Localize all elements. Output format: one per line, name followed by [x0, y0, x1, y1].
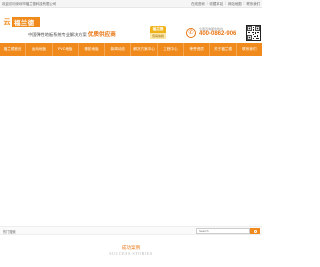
top-link-consult[interactable]: 在线咨询: [191, 1, 205, 6]
nav-item-home[interactable]: 福兰德首页: [0, 43, 27, 56]
logo-icon: 云: [2, 17, 12, 27]
top-link-contact[interactable]: 联系我们: [246, 1, 260, 6]
trust-badge-icon: 福兰德 值得信赖: [150, 26, 166, 40]
divider: |: [243, 1, 245, 5]
top-link-bookmark[interactable]: 收藏本站: [210, 1, 224, 6]
search-button[interactable]: [250, 228, 260, 234]
hot-search-label: 热门搜索: [3, 230, 16, 234]
badge-top-text: 福兰德: [152, 27, 164, 31]
nav-item-contact[interactable]: 联系我们: [237, 43, 262, 56]
nav-item-pvc-floor[interactable]: PVC地板: [53, 43, 79, 56]
logo-text: 福兰德: [14, 20, 35, 27]
welcome-text: 欢迎访问深圳市福兰德科技有限公司: [2, 2, 57, 6]
divider: |: [225, 1, 226, 5]
section-subtitle: SUCCESS STORIES: [109, 251, 153, 256]
badge-bottom-text: 值得信赖: [151, 34, 164, 38]
nav-item-sports-floor[interactable]: 运动地板: [26, 43, 53, 56]
phone-icon: ✆: [186, 28, 196, 38]
search-icon: [253, 229, 257, 233]
top-bar: 欢迎访问深圳市福兰德科技有限公司 在线咨询 | 收藏本站 | 网站地图 | 联系…: [0, 0, 262, 8]
hotline-number[interactable]: 400-0862-906: [199, 31, 236, 37]
hotline: ✆ 全国咨询服务热线 400-0862-906: [186, 27, 244, 41]
slogan: 中国弹性地板系统专业解决方案 优质供应商: [28, 30, 116, 38]
logo-mark-glyph: 云: [3, 18, 11, 26]
nav-item-about[interactable]: 关于福兰德: [210, 43, 237, 56]
nav-item-honors[interactable]: 荣誉资质: [184, 43, 211, 56]
divider: |: [206, 1, 208, 5]
search-box: [196, 228, 250, 234]
qr-code-icon: [246, 25, 261, 41]
nav-item-rubber-floor[interactable]: 橡胶地板: [79, 43, 106, 56]
nav-item-projects[interactable]: 工程中心: [158, 43, 185, 56]
slogan-text: 中国弹性地板系统专业解决方案: [28, 32, 87, 37]
nav-item-news[interactable]: 新闻动态: [105, 43, 132, 56]
site-logo[interactable]: 云 福兰德: [2, 17, 40, 27]
main-nav: 福兰德首页 运动地板 PVC地板 橡胶地板 新闻动态 解决方案中心 工程中心 荣…: [0, 43, 262, 56]
top-links: 在线咨询 | 收藏本站 | 网站地图 | 联系我们: [191, 1, 260, 6]
top-link-sitemap[interactable]: 网站地图: [228, 1, 242, 6]
search-input[interactable]: [199, 229, 239, 233]
banner-area: [0, 56, 262, 226]
site-header: 云 福兰德 中国弹性地板系统专业解决方案 优质供应商 福兰德 值得信赖 ✆ 全国…: [0, 8, 262, 41]
slogan-highlight: 优质供应商: [87, 32, 116, 38]
search-bar: 热门搜索: [0, 226, 262, 235]
nav-item-solutions[interactable]: 解决方案中心: [131, 43, 158, 56]
qr-code-graphic: [247, 26, 260, 40]
